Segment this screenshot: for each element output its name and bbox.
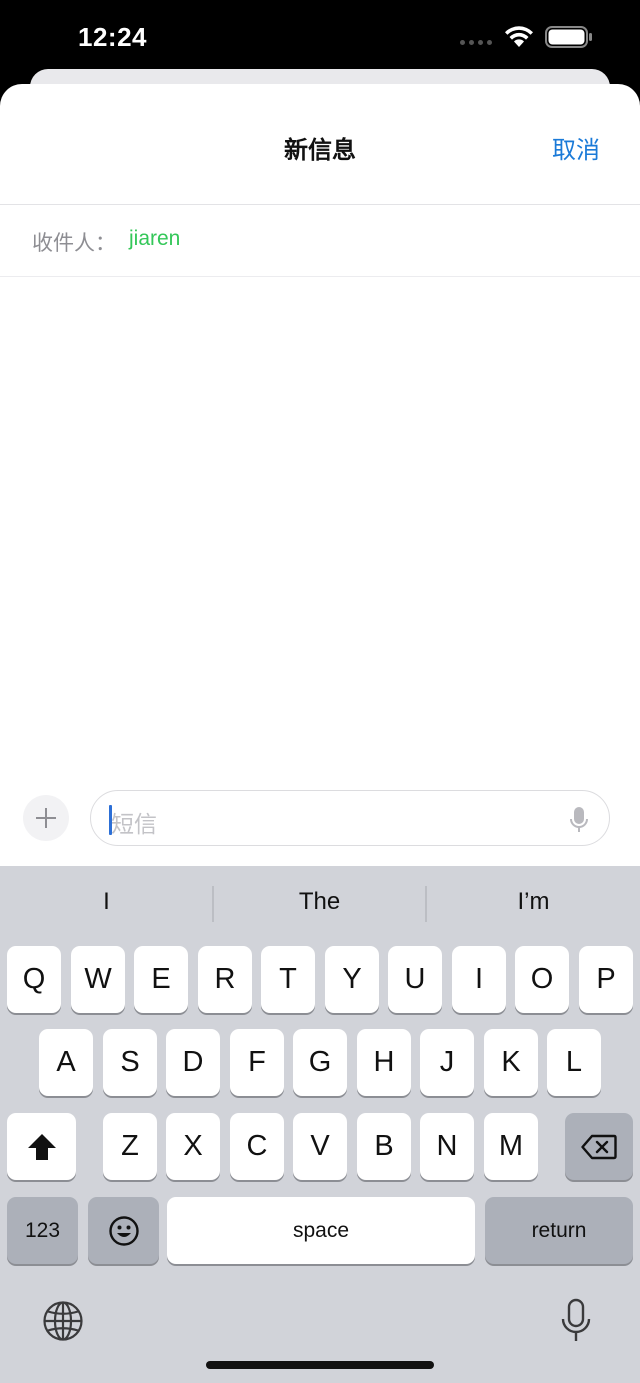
backspace-icon <box>581 1134 617 1159</box>
key-y[interactable]: Y <box>325 946 379 1013</box>
recipient-field[interactable]: 收件人： jiaren <box>0 205 640 277</box>
numbers-key[interactable]: 123 <box>7 1197 78 1264</box>
dictation-microphone-icon[interactable] <box>560 1298 592 1344</box>
suggestion-item[interactable]: The <box>213 888 426 916</box>
key-b[interactable]: B <box>357 1113 411 1180</box>
suggestion-bar: I The I’m <box>0 866 640 942</box>
recipient-label: 收件人： <box>32 232 116 255</box>
shift-key[interactable] <box>7 1113 76 1180</box>
suggestion-item[interactable]: I’m <box>427 888 640 916</box>
key-h[interactable]: H <box>357 1029 411 1096</box>
message-placeholder: 短信 <box>111 811 157 837</box>
home-indicator[interactable] <box>206 1361 434 1369</box>
emoji-icon <box>108 1215 139 1246</box>
message-composer: 短信 <box>0 784 640 864</box>
key-p[interactable]: P <box>579 946 633 1013</box>
status-bar: 12:24 <box>0 0 640 80</box>
key-g[interactable]: G <box>293 1029 347 1096</box>
key-w[interactable]: W <box>71 946 125 1013</box>
status-time: 12:24 <box>78 22 147 52</box>
cellular-signal-icon <box>460 40 492 45</box>
key-q[interactable]: Q <box>7 946 61 1013</box>
key-j[interactable]: J <box>420 1029 474 1096</box>
message-input[interactable]: 短信 <box>90 790 610 846</box>
key-v[interactable]: V <box>293 1113 347 1180</box>
shift-icon <box>27 1133 56 1160</box>
key-n[interactable]: N <box>420 1113 474 1180</box>
key-s[interactable]: S <box>103 1029 157 1096</box>
add-attachment-button[interactable] <box>23 795 69 841</box>
space-key[interactable]: space <box>167 1197 475 1264</box>
plus-icon <box>36 808 56 828</box>
keyboard: I The I’m Q W E R T Y U I O P A S D F G … <box>0 866 640 1383</box>
battery-icon <box>545 26 592 48</box>
wifi-icon <box>505 26 533 47</box>
key-f[interactable]: F <box>230 1029 284 1096</box>
key-u[interactable]: U <box>388 946 442 1013</box>
microphone-icon[interactable] <box>569 806 589 834</box>
suggestion-item[interactable]: I <box>0 888 213 916</box>
key-z[interactable]: Z <box>103 1113 157 1180</box>
return-key[interactable]: return <box>485 1197 633 1264</box>
recipient-name[interactable]: jiaren <box>129 227 180 251</box>
key-o[interactable]: O <box>515 946 569 1013</box>
key-d[interactable]: D <box>166 1029 220 1096</box>
page-title: 新信息 <box>284 137 356 164</box>
key-c[interactable]: C <box>230 1113 284 1180</box>
key-t[interactable]: T <box>261 946 315 1013</box>
emoji-key[interactable] <box>88 1197 159 1264</box>
divider <box>0 276 640 277</box>
delete-key[interactable] <box>565 1113 633 1180</box>
cancel-button[interactable]: 取消 <box>552 130 600 165</box>
key-r[interactable]: R <box>198 946 252 1013</box>
key-i[interactable]: I <box>452 946 506 1013</box>
globe-icon[interactable] <box>42 1300 84 1342</box>
key-x[interactable]: X <box>166 1113 220 1180</box>
key-k[interactable]: K <box>484 1029 538 1096</box>
key-m[interactable]: M <box>484 1113 538 1180</box>
key-l[interactable]: L <box>547 1029 601 1096</box>
key-a[interactable]: A <box>39 1029 93 1096</box>
key-e[interactable]: E <box>134 946 188 1013</box>
